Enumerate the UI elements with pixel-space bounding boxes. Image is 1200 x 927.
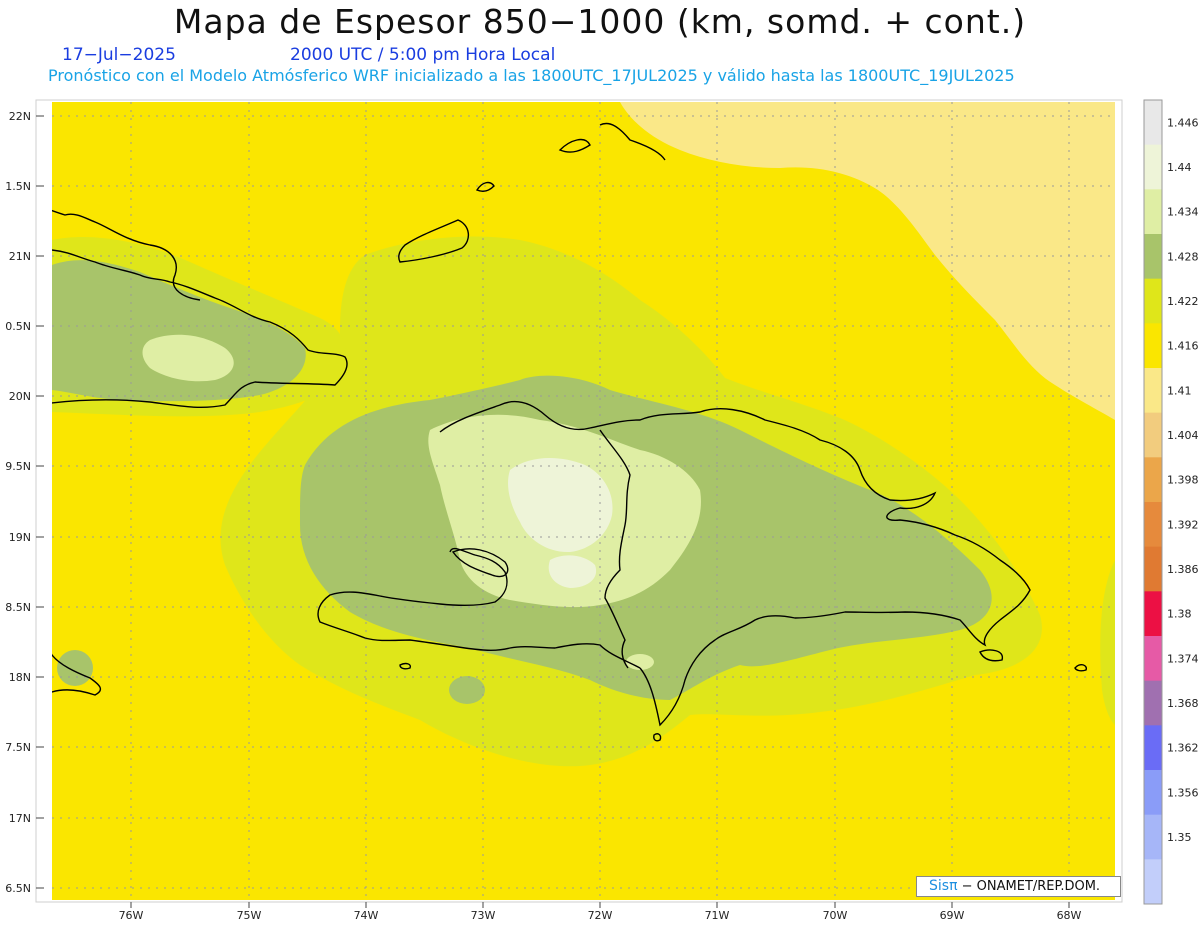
- field-1-428-west-blob: [57, 650, 93, 686]
- colorbar: 1.446 1.44 1.434 1.428 1.422 1.416 1.41 1.404 1.…: [1143, 99, 1199, 905]
- lon-label: 76W: [119, 909, 144, 922]
- colorbar-swatch: [1144, 591, 1162, 637]
- colorbar-swatch: [1144, 323, 1162, 369]
- colorbar-swatch: [1144, 457, 1162, 503]
- lat-label: 17N: [9, 812, 31, 825]
- lat-label: 7.5N: [5, 741, 31, 754]
- lat-label: 1.5N: [5, 180, 31, 193]
- colorbar-swatch: [1144, 636, 1162, 682]
- lon-label: 74W: [354, 909, 379, 922]
- lat-label: 8.5N: [5, 601, 31, 614]
- colorbar-label: 1.428: [1167, 250, 1199, 263]
- shaded-field: [52, 102, 1115, 900]
- colorbar-swatch: [1144, 502, 1162, 548]
- colorbar-label: 1.434: [1167, 206, 1199, 219]
- colorbar-label: 1.356: [1167, 786, 1199, 799]
- lon-label: 75W: [237, 909, 262, 922]
- colorbar-swatch: [1144, 770, 1162, 816]
- colorbar-label: 1.362: [1167, 742, 1199, 755]
- colorbar-swatch: [1144, 412, 1162, 458]
- thickness-map: 22N 1.5N 21N 0.5N 20N 9.5N 19N 8.5N 18N …: [5, 99, 1199, 922]
- lat-labels: 22N 1.5N 21N 0.5N 20N 9.5N 19N 8.5N 18N …: [5, 110, 31, 895]
- lon-labels: 76W 75W 74W 73W 72W 71W 70W 69W 68W: [119, 909, 1082, 922]
- colorbar-swatch: [1144, 278, 1162, 324]
- lon-ticks: [130, 902, 1070, 908]
- colorbar-label: 1.38: [1167, 608, 1192, 621]
- lat-label: 18N: [9, 671, 31, 684]
- colorbar-label: 1.404: [1167, 429, 1199, 442]
- colorbar-swatch: [1144, 546, 1162, 592]
- colorbar-label: 1.422: [1167, 295, 1199, 308]
- colorbar-swatch: [1144, 814, 1162, 860]
- field-1-428-blob: [449, 676, 485, 704]
- colorbar-label: 1.392: [1167, 518, 1199, 531]
- lon-label: 71W: [705, 909, 730, 922]
- colorbar-label: 1.368: [1167, 697, 1199, 710]
- colorbar-swatch: [1144, 680, 1162, 726]
- colorbar-swatch: [1144, 859, 1162, 905]
- lat-label: 22N: [9, 110, 31, 123]
- lat-ticks: [36, 115, 44, 889]
- credit-text: − ONAMET/REP.DOM.: [961, 879, 1101, 894]
- lon-label: 72W: [588, 909, 613, 922]
- lat-label: 0.5N: [5, 320, 31, 333]
- sispi-logo: Sisπ: [929, 878, 958, 894]
- lat-label: 21N: [9, 250, 31, 263]
- colorbar-label: 1.416: [1167, 340, 1199, 353]
- lat-label: 6.5N: [5, 882, 31, 895]
- colorbar-swatch: [1144, 100, 1162, 146]
- colorbar-label: 1.386: [1167, 563, 1199, 576]
- colorbar-swatch: [1144, 189, 1162, 235]
- colorbar-swatch: [1144, 368, 1162, 414]
- colorbar-label: 1.35: [1167, 831, 1192, 844]
- colorbar-label: 1.398: [1167, 474, 1199, 487]
- lon-label: 69W: [940, 909, 965, 922]
- colorbar-label: 1.374: [1167, 652, 1199, 665]
- colorbar-swatch: [1144, 234, 1162, 280]
- colorbar-label: 1.446: [1167, 116, 1199, 129]
- lon-label: 68W: [1057, 909, 1082, 922]
- lon-label: 70W: [823, 909, 848, 922]
- lon-label: 73W: [471, 909, 496, 922]
- colorbar-swatch: [1144, 725, 1162, 771]
- lat-label: 20N: [9, 390, 31, 403]
- colorbar-label: 1.44: [1167, 161, 1192, 174]
- lat-label: 9.5N: [5, 460, 31, 473]
- credit-box: Sisπ − ONAMET/REP.DOM.: [916, 876, 1121, 897]
- colorbar-label: 1.41: [1167, 384, 1192, 397]
- lat-label: 19N: [9, 531, 31, 544]
- colorbar-swatch: [1144, 144, 1162, 190]
